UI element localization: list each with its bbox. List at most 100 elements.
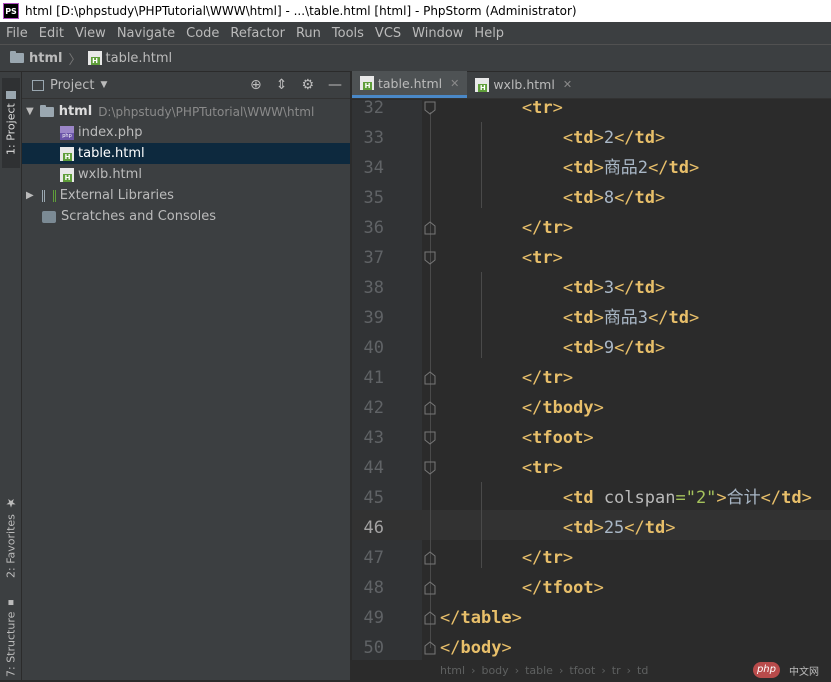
php-cn-watermark: php 中文网 [752, 662, 825, 678]
project-view-selector[interactable]: Project ▼ [32, 78, 107, 93]
php-logo: php [752, 662, 780, 678]
line-number: 43 [363, 428, 384, 448]
project-title: Project [50, 77, 95, 93]
code-line: <td>3</td> [562, 278, 666, 298]
breadcrumb-item[interactable]: td [637, 664, 648, 677]
close-icon[interactable]: ✕ [563, 78, 572, 91]
code-line: </tr> [521, 368, 574, 388]
structure-tool-label: 7: Structure [4, 611, 18, 678]
code-line: <tr> [521, 458, 563, 478]
code-line: </tbody> [521, 398, 604, 418]
window-title: html [D:\phpstudy\PHPTutorial\WWW\html] … [25, 4, 577, 18]
fold-marker-icon[interactable] [422, 580, 438, 596]
menu-edit[interactable]: Edit [33, 26, 69, 41]
html-file-icon [60, 167, 74, 182]
structure-icon: ▪ [5, 596, 17, 608]
file-label: index.php [78, 125, 143, 140]
close-icon[interactable]: ✕ [450, 77, 459, 90]
php-file-icon [60, 125, 74, 140]
menu-view[interactable]: View [69, 26, 111, 41]
menu-help[interactable]: Help [468, 26, 509, 41]
menu-file[interactable]: File [0, 26, 33, 41]
line-number: 38 [363, 278, 384, 298]
tab-table-html[interactable]: table.html ✕ [352, 71, 468, 98]
menu-window[interactable]: Window [406, 26, 468, 41]
root-folder-path: D:\phpstudy\PHPTutorial\WWW\html [98, 104, 315, 119]
navigation-bar: html 〉 table.html [0, 44, 831, 72]
menu-run[interactable]: Run [290, 26, 326, 41]
line-number: 39 [363, 308, 384, 328]
html-file-icon [475, 77, 490, 92]
breadcrumb-item[interactable]: tr [612, 664, 621, 677]
line-number: 42 [363, 398, 384, 418]
locate-file-icon[interactable]: ⊕ [250, 77, 262, 93]
breadcrumb: html › body › table › tfoot › tr › td php 中文网 [352, 660, 831, 680]
phpstorm-logo-icon: PS [3, 3, 19, 19]
code-line-current: <td>25</td> [562, 518, 676, 538]
code-line: <td colspan="2">合计</td> [562, 488, 812, 508]
code-line: <td>商品2</td> [562, 158, 700, 178]
code-line: <td>2</td> [562, 128, 666, 148]
line-number: 34 [363, 158, 384, 178]
tree-external-libraries[interactable]: ▶ External Libraries [22, 185, 350, 206]
gear-icon[interactable]: ⚙ [301, 77, 314, 93]
collapse-all-icon[interactable]: ⇕ [276, 77, 288, 93]
fold-marker-icon[interactable] [422, 250, 438, 266]
fold-marker-icon[interactable] [422, 100, 438, 116]
code-line: <tr> [521, 248, 563, 268]
line-number: 47 [363, 548, 384, 568]
line-number: 36 [363, 218, 384, 238]
fold-marker-icon[interactable] [422, 610, 438, 626]
fold-marker-icon[interactable] [422, 550, 438, 566]
favorites-tool-label: 2: Favorites [4, 514, 18, 578]
fold-marker-icon[interactable] [422, 220, 438, 236]
code-line: </table> [440, 608, 522, 628]
tree-file-table-html[interactable]: table.html [22, 143, 350, 164]
folder-icon [10, 51, 24, 63]
menu-navigate[interactable]: Navigate [111, 26, 180, 41]
breadcrumb-item[interactable]: html [440, 664, 465, 677]
fold-marker-icon[interactable] [422, 400, 438, 416]
breadcrumb-item[interactable]: table [525, 664, 553, 677]
menu-code[interactable]: Code [180, 26, 224, 41]
fold-marker-icon[interactable] [422, 640, 438, 656]
line-number: 37 [363, 248, 384, 268]
tree-file-index-php[interactable]: index.php [22, 122, 350, 143]
tab-label: wxlb.html [493, 77, 555, 92]
code-line: <td>8</td> [562, 188, 666, 208]
tree-scratches[interactable]: Scratches and Consoles [22, 206, 350, 227]
code-line: <tr> [521, 100, 563, 118]
tab-project-tool[interactable]: 1: Project [2, 78, 20, 168]
breadcrumb-item[interactable]: body [481, 664, 508, 677]
code-line: </tfoot> [521, 578, 604, 598]
nav-file[interactable]: table.html [87, 51, 172, 66]
breadcrumb-item[interactable]: tfoot [569, 664, 595, 677]
fold-marker-icon[interactable] [422, 430, 438, 446]
html-file-icon [60, 146, 74, 161]
menu-vcs[interactable]: VCS [369, 26, 406, 41]
star-icon: ★ [4, 496, 18, 511]
menu-refactor[interactable]: Refactor [224, 26, 290, 41]
tab-structure-tool[interactable]: 7: Structure ▪ [2, 592, 20, 682]
tab-wxlb-html[interactable]: wxlb.html ✕ [467, 71, 580, 98]
project-panel-header: Project ▼ ⊕ ⇕ ⚙ — [22, 72, 350, 99]
tree-root-html[interactable]: ▼ html D:\phpstudy\PHPTutorial\WWW\html [22, 101, 350, 122]
line-number: 35 [363, 188, 384, 208]
line-number: 45 [363, 488, 384, 508]
html-file-icon [360, 76, 374, 90]
code-line: <tfoot> [521, 428, 594, 448]
nav-folder[interactable]: html [10, 51, 62, 66]
expand-down-icon: ▼ [26, 106, 34, 117]
fold-marker-icon[interactable] [422, 370, 438, 386]
tab-favorites-tool[interactable]: 2: Favorites ★ [2, 492, 20, 582]
code-editor[interactable]: 32 33 34 35 36 37 38 39 40 41 42 43 44 4… [352, 100, 831, 660]
code-line: <td>商品3</td> [562, 308, 700, 328]
line-number: 48 [363, 578, 384, 598]
minimize-icon[interactable]: — [328, 77, 342, 93]
fold-marker-icon[interactable] [422, 460, 438, 476]
tree-file-wxlb-html[interactable]: wxlb.html [22, 164, 350, 185]
external-libraries-label: External Libraries [59, 188, 174, 203]
editor-tabs: table.html ✕ wxlb.html ✕ [352, 71, 831, 99]
line-number: 41 [363, 368, 384, 388]
menu-tools[interactable]: Tools [326, 26, 369, 41]
